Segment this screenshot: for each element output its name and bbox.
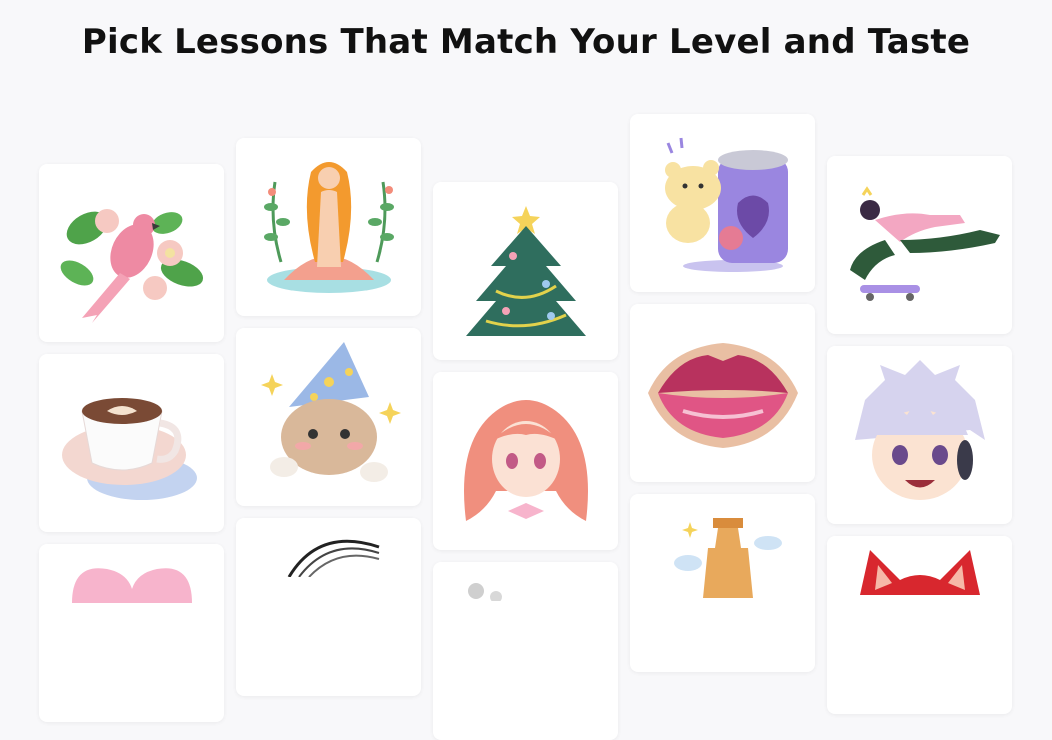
anime-boy-illustration (854, 360, 985, 500)
lesson-card-cat[interactable] (236, 328, 421, 506)
lesson-card-soda[interactable] (630, 114, 815, 292)
cat-wizard-illustration (260, 342, 401, 482)
lesson-card-anime-boy[interactable] (827, 346, 1012, 524)
lesson-card-skateboarder[interactable] (827, 156, 1012, 334)
lips-illustration (647, 343, 798, 448)
anime-girl-illustration (463, 400, 588, 521)
bear-soda-illustration (664, 137, 788, 272)
lesson-card-anime-girl[interactable] (433, 372, 618, 550)
lesson-card-sketch-hair[interactable] (236, 518, 421, 696)
page-title: Pick Lessons That Match Your Level and T… (81, 22, 971, 62)
sketch-hair-illustration (287, 539, 379, 577)
lesson-card-gray-animal[interactable] (433, 562, 618, 740)
tower-illustration (673, 518, 782, 598)
skateboarder-illustration (849, 186, 1000, 301)
lesson-card-parrot[interactable] (39, 164, 224, 342)
lesson-card-venus[interactable] (236, 138, 421, 316)
pink-heart-illustration (71, 568, 192, 603)
latte-cup-illustration (61, 398, 197, 500)
lesson-card-latte[interactable] (39, 354, 224, 532)
parrot-flowers-illustration (60, 209, 203, 323)
lesson-card-christmas-tree[interactable] (433, 182, 618, 360)
fox-illustration (859, 550, 980, 595)
lesson-card-fox[interactable] (827, 536, 1012, 714)
lesson-card-heart[interactable] (39, 544, 224, 722)
venus-shell-illustration (263, 162, 394, 293)
lesson-card-tower[interactable] (630, 494, 815, 672)
christmas-tree-illustration (465, 206, 586, 336)
lesson-card-lips[interactable] (630, 304, 815, 482)
gray-animal-illustration (467, 583, 502, 601)
